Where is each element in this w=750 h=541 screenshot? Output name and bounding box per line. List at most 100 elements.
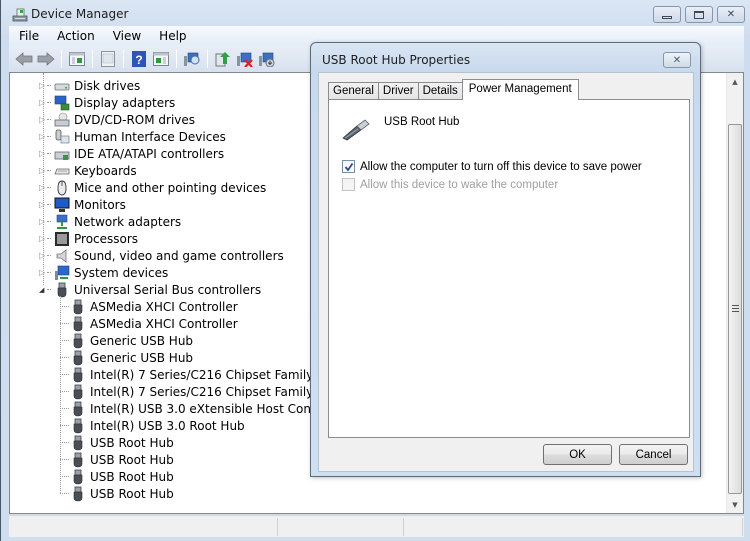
- menu-help[interactable]: Help: [150, 29, 195, 43]
- uninstall-icon: [237, 52, 253, 67]
- maximize-button[interactable]: [685, 6, 713, 23]
- tree-device-row[interactable]: USB Root Hub: [60, 451, 174, 468]
- scan-hardware-changes-button[interactable]: [181, 49, 203, 69]
- tab-strip: General Driver Details Power Management: [328, 78, 579, 100]
- tree-device-row[interactable]: USB Root Hub: [60, 434, 174, 451]
- cancel-button[interactable]: Cancel: [619, 444, 688, 465]
- tab-general[interactable]: General: [328, 82, 379, 100]
- tree-connector: [47, 119, 51, 120]
- allow-turn-off-checkbox[interactable]: [342, 160, 355, 173]
- ok-button[interactable]: OK: [543, 444, 612, 465]
- properties-dialog: USB Root Hub Properties ✕ General Driver…: [310, 42, 701, 477]
- tree-category-label: Universal Serial Bus controllers: [74, 282, 262, 297]
- tree-connector: [60, 476, 69, 477]
- collapse-arrow-icon[interactable]: ◢: [39, 286, 47, 294]
- tree-device-label: USB Root Hub: [90, 452, 174, 467]
- forward-button[interactable]: [35, 49, 57, 69]
- tree-category-row[interactable]: ▷ Display adapters: [39, 94, 175, 111]
- update-driver-icon: [215, 52, 230, 67]
- tree-connector: [60, 493, 69, 494]
- show-hide-action-pane-button[interactable]: [150, 49, 172, 69]
- action-pane-icon: [153, 52, 169, 66]
- usb-icon: [73, 469, 83, 484]
- usb-icon: [57, 282, 67, 297]
- power-management-panel: USB Root Hub Allow the computer to turn …: [328, 99, 690, 438]
- tree-connector: [60, 459, 69, 460]
- scan-hardware-icon: [184, 52, 200, 66]
- tree-device-row[interactable]: Intel(R) USB 3.0 Root Hub: [60, 417, 245, 434]
- tree-category-row[interactable]: ▷ Mice and other pointing devices: [39, 179, 266, 196]
- tree-category-row[interactable]: ◢ Universal Serial Bus controllers: [39, 281, 262, 298]
- toolbar-separator: [61, 50, 62, 68]
- update-driver-button[interactable]: [212, 49, 234, 69]
- tree-category-row[interactable]: ▷ Disk drives: [39, 77, 140, 94]
- usb-icon: [73, 401, 83, 416]
- uninstall-button[interactable]: [234, 49, 256, 69]
- dialog-title: USB Root Hub Properties: [322, 53, 471, 67]
- minimize-button[interactable]: [653, 6, 681, 23]
- toolbar-separator: [123, 50, 124, 68]
- toolbar-separator: [207, 50, 208, 68]
- tree-category-row[interactable]: ▷ Processors: [39, 230, 138, 247]
- close-button[interactable]: ✕: [717, 6, 745, 23]
- back-button[interactable]: [13, 49, 35, 69]
- tree-connector: [60, 340, 69, 341]
- tree-connector: [47, 204, 51, 205]
- tree-category-row[interactable]: ▷ Monitors: [39, 196, 126, 213]
- tree-device-row[interactable]: Generic USB Hub: [60, 349, 193, 366]
- usb-icon: [73, 384, 83, 399]
- tree-category-row[interactable]: ▷ IDE ATA/ATAPI controllers: [39, 145, 224, 162]
- disable-button[interactable]: [256, 49, 278, 69]
- monitor-icon: [54, 197, 70, 212]
- tree-connector: [60, 391, 69, 392]
- device-manager-icon: [12, 8, 28, 22]
- tree-device-row[interactable]: Generic USB Hub: [60, 332, 193, 349]
- tab-driver[interactable]: Driver: [377, 82, 419, 100]
- tree-connector: [47, 187, 51, 188]
- scroll-down-button[interactable]: ▼: [727, 496, 743, 513]
- tree-device-row[interactable]: ASMedia XHCI Controller: [60, 298, 238, 315]
- tree-connector: [47, 238, 51, 239]
- dialog-body: General Driver Details Power Management …: [318, 72, 694, 472]
- usb-icon: [73, 333, 83, 348]
- tree-category-label: Keyboards: [74, 163, 137, 178]
- menu-action[interactable]: Action: [48, 29, 104, 43]
- scroll-thumb[interactable]: [728, 124, 742, 494]
- tree-device-row[interactable]: USB Root Hub: [60, 468, 174, 485]
- allow-turn-off-option[interactable]: Allow the computer to turn off this devi…: [342, 160, 642, 173]
- menu-view[interactable]: View: [104, 29, 150, 43]
- help-button[interactable]: ?: [128, 49, 150, 69]
- tree-category-label: Monitors: [74, 197, 126, 212]
- show-hide-console-tree-button[interactable]: [66, 49, 88, 69]
- tree-device-row[interactable]: ASMedia XHCI Controller: [60, 315, 238, 332]
- tree-connector: [47, 255, 51, 256]
- tree-category-row[interactable]: ▷ Network adapters: [39, 213, 182, 230]
- hid-icon: [55, 129, 70, 143]
- svg-text:?: ?: [135, 53, 142, 67]
- tree-device-row[interactable]: Intel(R) USB 3.0 eXtensible Host Control…: [60, 400, 347, 417]
- tab-power-management[interactable]: Power Management: [461, 79, 579, 100]
- tree-category-row[interactable]: ▷ DVD/CD-ROM drives: [39, 111, 195, 128]
- dialog-close-button[interactable]: ✕: [663, 52, 691, 68]
- properties-button[interactable]: [97, 49, 119, 69]
- tree-category-row[interactable]: ▷ System devices: [39, 264, 168, 281]
- arrow-left-icon: [15, 52, 33, 66]
- display-adapter-icon: [54, 95, 70, 110]
- dvd-drive-icon: [54, 112, 70, 126]
- maximize-icon: [694, 10, 704, 19]
- tree-device-row[interactable]: USB Root Hub: [60, 485, 174, 502]
- tree-category-row[interactable]: ▷ Human Interface Devices: [39, 128, 226, 145]
- tree-category-row[interactable]: ▷ Sound, video and game controllers: [39, 247, 284, 264]
- menu-file[interactable]: File: [9, 29, 48, 43]
- tree-category-row[interactable]: ▷ Keyboards: [39, 162, 137, 179]
- keyboard-icon: [54, 168, 70, 174]
- tree-device-label: ASMedia XHCI Controller: [90, 316, 238, 331]
- tree-category-label: Network adapters: [74, 214, 182, 229]
- vertical-scrollbar[interactable]: ▲ ▼: [726, 73, 743, 513]
- tree-connector: [60, 442, 69, 443]
- scroll-up-button[interactable]: ▲: [727, 73, 743, 90]
- tree-connector: [47, 136, 51, 137]
- toolbar-separator: [176, 50, 177, 68]
- tab-details[interactable]: Details: [417, 82, 463, 100]
- tree-device-label: Intel(R) USB 3.0 eXtensible Host Control…: [90, 401, 347, 416]
